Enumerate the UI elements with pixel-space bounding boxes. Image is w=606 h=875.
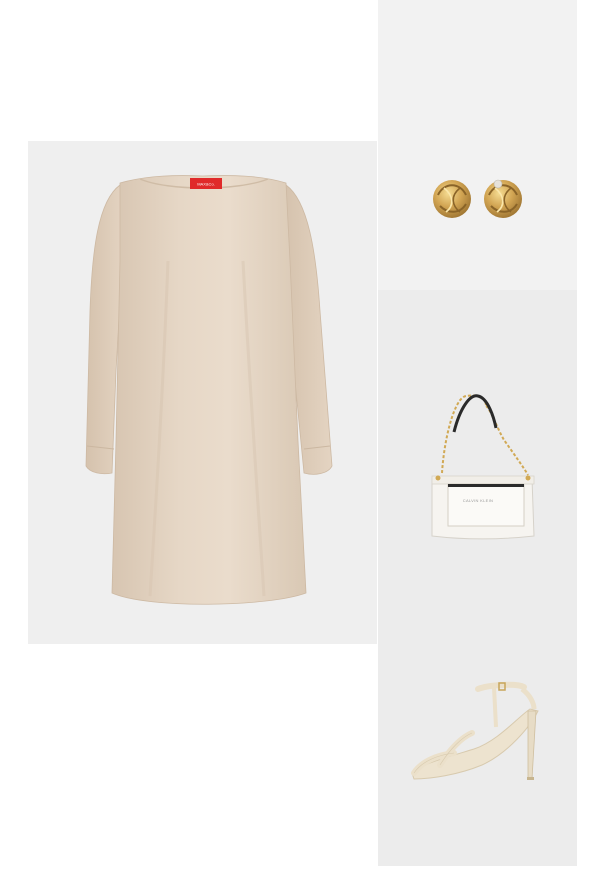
sandals-image [411, 681, 539, 780]
bag-logo: CALVIN KLEIN [463, 498, 493, 503]
product-tile-earrings[interactable] [378, 0, 577, 290]
product-tile-sandals[interactable] [378, 577, 577, 866]
earrings-image [433, 179, 522, 218]
product-tile-dress[interactable]: MAX&Co. [28, 141, 377, 644]
handbag-image: CALVIN KLEIN [431, 394, 535, 540]
brand-tag-text: MAX&Co. [197, 182, 215, 187]
product-tile-handbag[interactable]: CALVIN KLEIN [378, 290, 577, 577]
dress-image: MAX&Co. [85, 175, 333, 605]
earring-left [433, 180, 471, 218]
earring-right [484, 179, 522, 218]
